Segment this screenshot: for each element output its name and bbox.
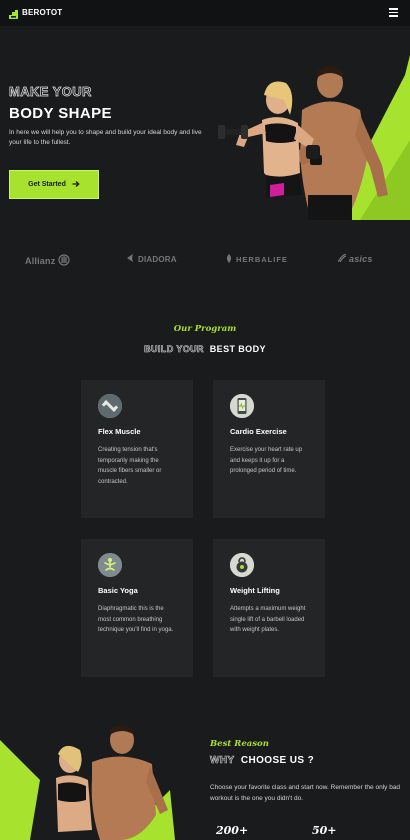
hero-description: In here we will help you to shape and bu… [9,129,202,146]
dumbbell-icon [98,394,122,418]
asics-stripes-icon [337,253,347,264]
herbalife-leaf-icon [225,254,233,265]
top-navbar: BEROTOT [0,0,410,26]
program-card-weight-lifting[interactable]: Weight Lifting Attempts a maximum weight… [213,539,325,677]
program-heading-solid: BEST BODY [209,344,266,354]
program-card-flex-muscle[interactable]: Flex Muscle Creating tension that's temp… [81,380,193,518]
partner-logo-herbalife: HERBALIFE [225,254,288,265]
partner-logo-diadora: DIADORA [127,254,177,264]
reason-heading-solid: CHOOSE US ? [240,755,315,766]
card-description: Attempts a maximum weight single lift of… [230,606,306,633]
stat-value: 200+ [216,824,249,837]
partner-logos: Allianz DIADORA HERBALIFE asics [0,253,410,270]
reason-subtitle: Best Reason [210,739,269,749]
program-heading-outline: BUILD YOUR [144,344,204,355]
arrow-right-icon [72,180,80,190]
get-started-button[interactable]: Get Started [9,170,99,199]
program-heading: BUILD YOUR BEST BODY [0,344,410,355]
card-title: Basic Yoga [98,586,138,595]
brand-name: BEROTOT [22,8,63,17]
card-title: Weight Lifting [230,586,280,595]
program-card-cardio-exercise[interactable]: Cardio Exercise Exercise your heart rate… [213,380,325,518]
get-started-label: Get Started [28,181,66,188]
stat-value: 50+ [312,824,337,837]
program-subtitle: Our Program [173,324,237,334]
reason-description: Choose your favorite class and start now… [210,784,401,802]
reason-heading: WHY CHOOSE US ? [210,755,315,767]
hero-title-outline: MAKE YOUR [9,84,92,100]
hero-athletes-image [210,55,410,220]
partner-logo-asics: asics [337,253,373,264]
card-description: Creating tension that's temporarily maki… [98,447,162,485]
heart-rate-phone-icon [230,394,254,418]
card-title: Cardio Exercise [230,427,287,436]
card-description: Diaphragmatic this is the most common br… [98,606,174,633]
allianz-emblem-icon [58,254,71,268]
why-choose-us-image [0,720,175,840]
yoga-pose-icon [98,553,122,577]
reason-heading-outline: WHY [210,755,235,767]
program-card-basic-yoga[interactable]: Basic Yoga Diaphragmatic this is the mos… [81,539,193,677]
card-title: Flex Muscle [98,427,141,436]
card-description: Exercise your heart rate up and keeps it… [230,447,303,474]
hamburger-menu-icon[interactable] [389,8,398,17]
partner-logo-allianz: Allianz [25,254,71,268]
brand-logo[interactable]: BEROTOT [8,7,63,19]
diadora-emblem-icon [127,254,135,264]
kettlebell-icon [230,553,254,577]
hero-title: BODY SHAPE [9,105,112,122]
logo-icon [8,7,19,19]
